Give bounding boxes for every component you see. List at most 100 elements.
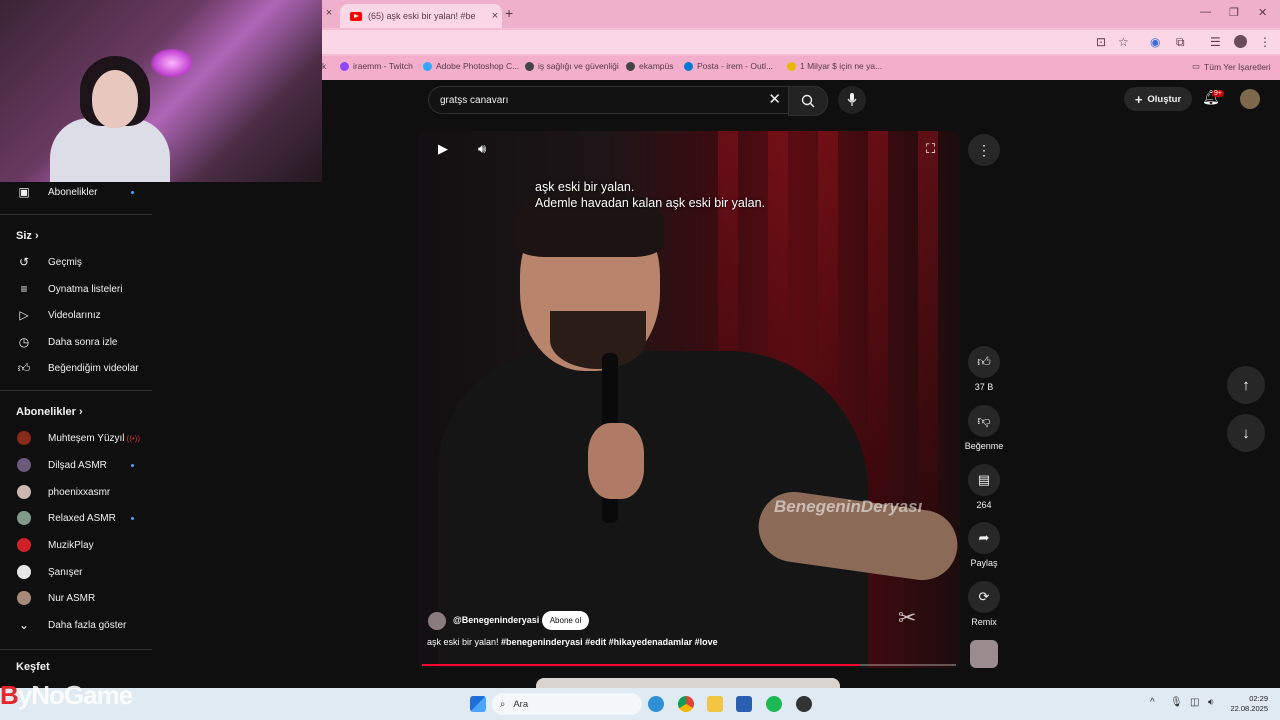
sidebar-item-label: Geçmiş <box>48 256 82 268</box>
store-icon[interactable] <box>736 696 752 712</box>
sidebar-item-label: Abonelikler <box>48 186 98 198</box>
sidebar-item-history[interactable]: ↺ Geçmiş <box>0 249 160 275</box>
sidebar-item-label: Beğendiğim videolar <box>48 362 139 374</box>
sidebar-item-liked-videos[interactable]: 👍︎ Beğendiğim videolar <box>0 355 160 381</box>
search-input[interactable]: gratşs canavarı ✕ <box>428 86 790 114</box>
profile-avatar[interactable] <box>1234 35 1247 48</box>
comments-button[interactable]: ▤ 264 <box>959 464 1009 510</box>
remix-icon: ⟳ <box>968 581 1000 613</box>
video-hashtags[interactable]: #benegeninderyasi #edit #hikayedenadamla… <box>501 637 718 647</box>
search-button[interactable] <box>788 86 828 116</box>
bookmark-star-icon[interactable]: ☆ <box>1118 35 1129 49</box>
like-button[interactable]: 👍︎ 37 B <box>959 346 1009 392</box>
voice-search-button[interactable] <box>838 86 866 114</box>
sidebar-show-more[interactable]: ⌄ Daha fazla göster <box>0 612 160 638</box>
system-clock[interactable]: 02:29 22.08.2025 <box>1228 694 1268 714</box>
minimize-button[interactable]: — <box>1200 6 1211 18</box>
tab-title: (65) aşk eski bir yalan! #be <box>368 11 476 21</box>
dislike-button[interactable]: 👎︎ Beğenme <box>959 405 1009 451</box>
spotify-icon[interactable] <box>766 696 782 712</box>
bookmark-outlook[interactable]: Posta - irem - Outl... <box>684 61 773 71</box>
bookmark-milyar[interactable]: 1 Milyar $ için ne ya... <box>787 61 882 71</box>
channel-name[interactable]: @Benegeninderyasi <box>453 615 539 625</box>
bookmark-isg[interactable]: iş sağlığı ve güvenliği <box>525 61 619 71</box>
video-progress-bar[interactable] <box>422 664 956 666</box>
sidebar-item-subscriptions[interactable]: ▣ Abonelikler <box>0 179 160 205</box>
sidebar-sub-saniser[interactable]: Şanışer <box>0 559 160 585</box>
create-label: Oluştur <box>1147 93 1182 105</box>
sidebar-item-your-videos[interactable]: ▷ Videolarınız <box>0 302 160 328</box>
chrome-menu-icon[interactable]: ⋮ <box>1259 35 1271 49</box>
you-section-header[interactable]: Siz › <box>16 230 39 242</box>
bookmark-label: iraemm - Twitch <box>353 61 413 71</box>
sidebar-item-label: phoenixxasmr <box>48 486 111 498</box>
network-icon[interactable]: ◫ <box>1190 697 1199 708</box>
sidebar-sub-nur-asmr[interactable]: Nur ASMR <box>0 585 160 611</box>
volume-button[interactable]: 🔊︎ <box>478 141 486 157</box>
close-tab-icon[interactable]: × <box>488 10 502 22</box>
close-prev-tab-icon[interactable]: × <box>322 7 336 19</box>
more-options-button[interactable]: ⋮ <box>968 134 1000 166</box>
bookmark-label: Adobe Photoshop C... <box>436 61 520 71</box>
sidebar-item-watch-later[interactable]: ◷ Daha sonra izle <box>0 329 160 355</box>
obs-icon[interactable] <box>796 696 812 712</box>
install-app-icon[interactable]: ⊡ <box>1096 35 1106 49</box>
sound-channel-thumbnail[interactable] <box>970 640 998 668</box>
chevron-right-icon: › <box>34 230 39 242</box>
microphone-icon[interactable]: 🎙︎ <box>1170 697 1183 708</box>
file-explorer-icon[interactable] <box>707 696 723 712</box>
play-button[interactable]: ▶ <box>438 141 448 157</box>
plus-icon: + <box>1134 91 1143 107</box>
fullscreen-button[interactable]: ⛶ <box>926 141 935 157</box>
extensions-icon[interactable]: ⧉ <box>1176 35 1185 50</box>
sidebar-item-playlists[interactable]: ≡ Oynatma listeleri <box>0 276 160 302</box>
sidebar-sub-dilsad-asmr[interactable]: Dilşad ASMR <box>0 452 160 478</box>
sidebar-sub-muzikplay[interactable]: MuzikPlay <box>0 532 160 558</box>
restore-button[interactable]: ❐ <box>1229 6 1239 19</box>
bookmark-ekampus[interactable]: ekampüs <box>626 61 674 71</box>
volume-icon[interactable]: 🔉︎ <box>1208 697 1214 708</box>
sidebar-item-label: Videolarınız <box>48 309 101 321</box>
remix-button[interactable]: ⟳ Remix <box>959 581 1009 627</box>
like-count: 37 B <box>974 382 994 392</box>
subtitle-line: aşk eski bir yalan. <box>535 180 635 194</box>
shorts-video-player[interactable]: ▶ 🔊︎ ⛶ aşk eski bir yalan. Ademle havada… <box>418 131 960 668</box>
search-icon <box>801 94 815 108</box>
bookmark-twitch[interactable]: iraemm - Twitch <box>340 61 413 71</box>
sidebar-item-label: Nur ASMR <box>48 592 96 604</box>
subscribe-button[interactable]: Abone ol <box>542 611 589 630</box>
read-aloud-icon[interactable]: ◉ <box>1150 35 1160 49</box>
taskbar-search[interactable]: ⌕ Ara <box>492 693 642 715</box>
clear-search-icon[interactable]: ✕ <box>768 90 781 108</box>
sidebar-sub-relaxed-asmr[interactable]: Relaxed ASMR <box>0 505 160 531</box>
tray-chevron-icon[interactable]: ^ <box>1150 697 1155 708</box>
browser-tab-active[interactable]: (65) aşk eski bir yalan! #be × <box>340 4 502 28</box>
new-tab-button[interactable]: + <box>505 5 513 21</box>
all-bookmarks[interactable]: ▭ Tüm Yer İşaretleri <box>1192 61 1271 72</box>
share-button[interactable]: ➦ Paylaş <box>959 522 1009 568</box>
create-button[interactable]: + Oluştur <box>1124 87 1192 111</box>
next-video-button[interactable]: ↓ <box>1227 414 1265 452</box>
sidebar-item-label: Şanışer <box>48 566 83 578</box>
channel-avatar[interactable] <box>428 612 446 630</box>
clock-icon: ◷ <box>18 335 30 349</box>
tab-search-icon[interactable]: ☰ <box>1210 35 1221 49</box>
playlist-icon: ≡ <box>20 282 28 296</box>
edge-icon[interactable] <box>648 696 664 712</box>
address-bar[interactable] <box>322 30 1280 54</box>
new-content-dot <box>131 190 134 194</box>
share-icon: ➦ <box>968 522 1000 554</box>
bookmark-photoshop[interactable]: Adobe Photoshop C... <box>423 61 519 71</box>
user-avatar[interactable] <box>1240 89 1260 109</box>
chrome-icon[interactable] <box>678 696 694 712</box>
channel-avatar <box>17 565 31 579</box>
previous-video-button[interactable]: ↑ <box>1227 366 1265 404</box>
sidebar-sub-muhtesem-yuzyil[interactable]: Muhteşem Yüzyıl ((•)) <box>0 425 160 451</box>
window-close-button[interactable]: ✕ <box>1258 6 1267 19</box>
progress-fill <box>422 664 860 666</box>
subscriptions-section-header[interactable]: Abonelikler › <box>16 406 83 418</box>
divider <box>0 214 152 215</box>
start-windows-icon[interactable] <box>470 696 486 712</box>
sidebar-sub-phoenixxasmr[interactable]: phoenixxasmr <box>0 479 160 505</box>
bookmark-partial[interactable]: k <box>322 61 326 71</box>
